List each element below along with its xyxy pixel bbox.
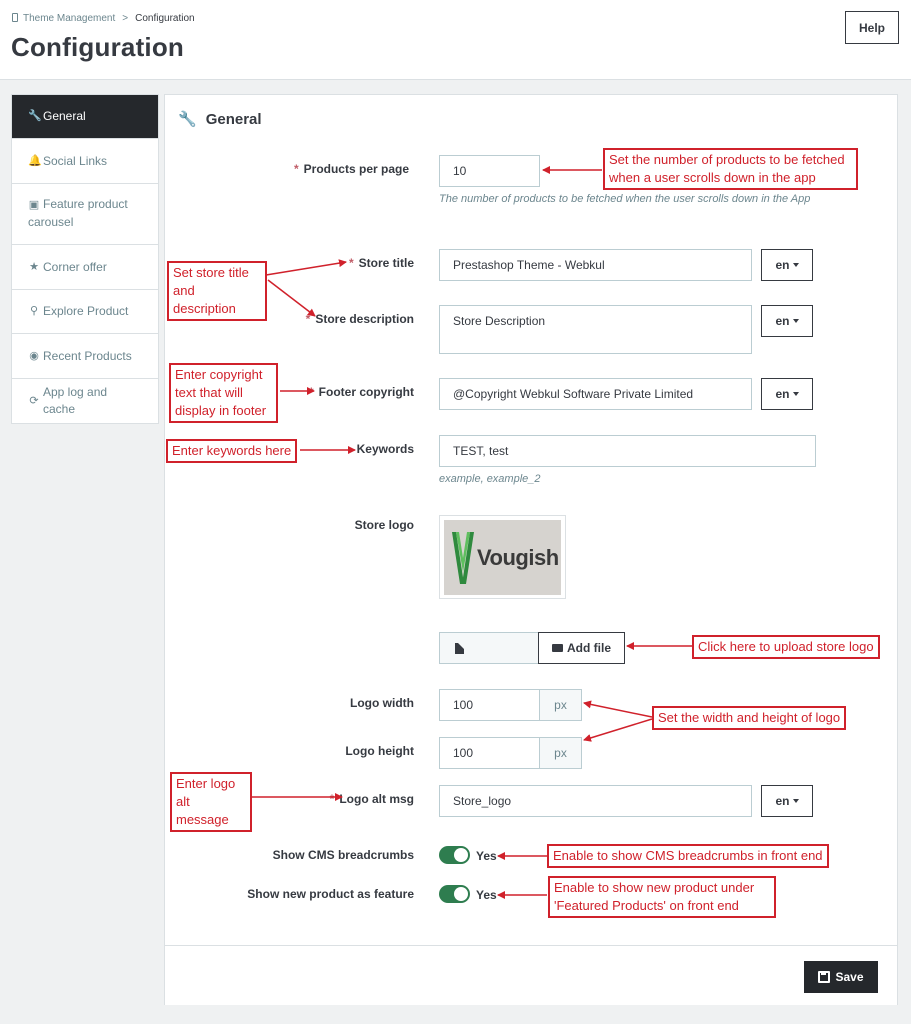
sidebar-item-label: Social Links bbox=[43, 153, 108, 168]
products-per-page-hint: The number of products to be fetched whe… bbox=[439, 193, 811, 205]
star-icon: ★ bbox=[29, 260, 39, 273]
annotation-logo-size: Set the width and height of logo bbox=[652, 706, 847, 730]
store-logo-label: Store logo bbox=[354, 518, 414, 532]
help-button[interactable]: Help bbox=[845, 11, 899, 44]
sidebar-item-label: ▣ Feature product carousel bbox=[28, 197, 128, 229]
wrench-icon: 🔧 bbox=[178, 111, 197, 128]
logo-width-unit: px bbox=[540, 689, 582, 721]
panel-footer: Save bbox=[165, 945, 897, 1005]
logo-height-label: Logo height bbox=[345, 744, 414, 758]
new-product-feature-toggle[interactable] bbox=[439, 885, 470, 903]
sidebar-item-feature-product-carousel[interactable]: ▣ Feature product carousel bbox=[12, 184, 158, 245]
cms-breadcrumbs-state: Yes bbox=[476, 849, 497, 863]
keywords-hint: example, example_2 bbox=[439, 473, 541, 485]
save-button[interactable]: Save bbox=[804, 961, 878, 993]
cms-breadcrumbs-toggle[interactable] bbox=[439, 846, 470, 864]
page-header: Theme Management > Configuration Configura… bbox=[0, 0, 911, 80]
logo-width-label: Logo width bbox=[350, 696, 414, 710]
logo-width-input[interactable] bbox=[439, 689, 540, 721]
store-title-input[interactable] bbox=[439, 249, 752, 281]
logo-alt-lang-dropdown[interactable]: en bbox=[761, 785, 813, 817]
mobile-icon bbox=[12, 13, 18, 22]
store-logo-image: Vougish bbox=[444, 520, 561, 595]
sidebar-item-explore-product[interactable]: ⚲ Explore Product bbox=[12, 290, 158, 334]
store-description-textarea[interactable]: Store Description bbox=[439, 305, 752, 354]
eye-icon: ◉ bbox=[29, 349, 39, 362]
sidebar-item-social-links[interactable]: 🔔 Social Links bbox=[12, 139, 158, 184]
sidebar-item-label: Recent Products bbox=[43, 348, 132, 363]
file-icon bbox=[439, 632, 478, 664]
logo-height-input[interactable] bbox=[439, 737, 540, 769]
page-title: Configuration bbox=[11, 32, 185, 62]
annotation-keywords: Enter keywords here bbox=[166, 439, 298, 463]
annotation-logo-alt: Enter logo alt message bbox=[170, 772, 252, 832]
logo-height-unit: px bbox=[540, 737, 582, 769]
annotation-copyright: Enter copyright text that will display i… bbox=[169, 363, 278, 423]
file-name-field[interactable] bbox=[477, 632, 539, 664]
products-per-page-input[interactable] bbox=[439, 155, 540, 187]
sidebar-item-recent-products[interactable]: ◉ Recent Products bbox=[12, 334, 158, 379]
sidebar-item-label: App log and cache bbox=[43, 385, 108, 416]
footer-copyright-lang-dropdown[interactable]: en bbox=[761, 378, 813, 410]
chevron-down-icon bbox=[792, 263, 799, 267]
chevron-down-icon bbox=[792, 392, 799, 396]
chevron-down-icon bbox=[792, 799, 799, 803]
panel-heading: 🔧 General bbox=[178, 110, 262, 128]
logo-text: Vougish bbox=[477, 545, 559, 570]
store-logo-preview: Vougish bbox=[439, 515, 566, 599]
general-settings-panel: 🔧 General *Products per page The number o… bbox=[164, 94, 898, 1005]
sidebar-item-label: General bbox=[43, 109, 86, 123]
store-description-lang-dropdown[interactable]: en bbox=[761, 305, 813, 337]
bell-icon: 🔔 bbox=[28, 154, 42, 167]
breadcrumb: Theme Management > Configuration bbox=[12, 13, 195, 24]
refresh-icon: ⟳ bbox=[29, 394, 39, 407]
keywords-input[interactable] bbox=[439, 435, 816, 467]
store-title-lang-dropdown[interactable]: en bbox=[761, 249, 813, 281]
breadcrumb-parent[interactable]: Theme Management bbox=[23, 13, 115, 24]
new-product-feature-state: Yes bbox=[476, 888, 497, 902]
add-file-button[interactable]: Add file bbox=[538, 632, 625, 664]
archive-icon: ▣ bbox=[28, 199, 40, 211]
wrench-icon: 🔧 bbox=[28, 110, 42, 122]
folder-open-icon bbox=[552, 644, 563, 652]
footer-copyright-input[interactable] bbox=[439, 378, 752, 410]
annotation-upload-logo: Click here to upload store logo bbox=[692, 635, 880, 659]
floppy-disk-icon bbox=[818, 971, 831, 983]
chevron-down-icon bbox=[792, 319, 799, 323]
annotation-cms-breadcrumbs: Enable to show CMS breadcrumbs in front … bbox=[547, 844, 829, 868]
logo-alt-input[interactable] bbox=[439, 785, 752, 817]
logo-v-mark bbox=[452, 532, 474, 584]
sidebar-item-label: Corner offer bbox=[43, 259, 107, 274]
sidebar-item-app-log-cache[interactable]: ⟳ App log and cache bbox=[12, 379, 158, 423]
panel-heading-text: General bbox=[205, 111, 262, 128]
products-per-page-label: * Products per page bbox=[293, 162, 409, 176]
breadcrumb-separator: > bbox=[122, 13, 129, 24]
annotation-store-title: Set store title and description bbox=[167, 261, 267, 321]
sidebar-item-general[interactable]: 🔧 General bbox=[12, 95, 158, 139]
sidebar-item-label: Explore Product bbox=[43, 304, 129, 318]
sidebar-item-corner-offer[interactable]: ★ Corner offer bbox=[12, 245, 158, 290]
annotation-products-per-page: Set the number of products to be fetched… bbox=[603, 148, 858, 190]
annotation-new-product: Enable to show new product under 'Featur… bbox=[548, 876, 776, 918]
config-sidebar: 🔧 General 🔔 Social Links ▣ Feature produc… bbox=[11, 94, 159, 424]
search-icon: ⚲ bbox=[29, 305, 39, 317]
cms-breadcrumbs-label: Show CMS breadcrumbs bbox=[272, 848, 414, 862]
new-product-feature-label: Show new product as feature bbox=[247, 887, 414, 901]
breadcrumb-current: Configuration bbox=[135, 13, 195, 24]
